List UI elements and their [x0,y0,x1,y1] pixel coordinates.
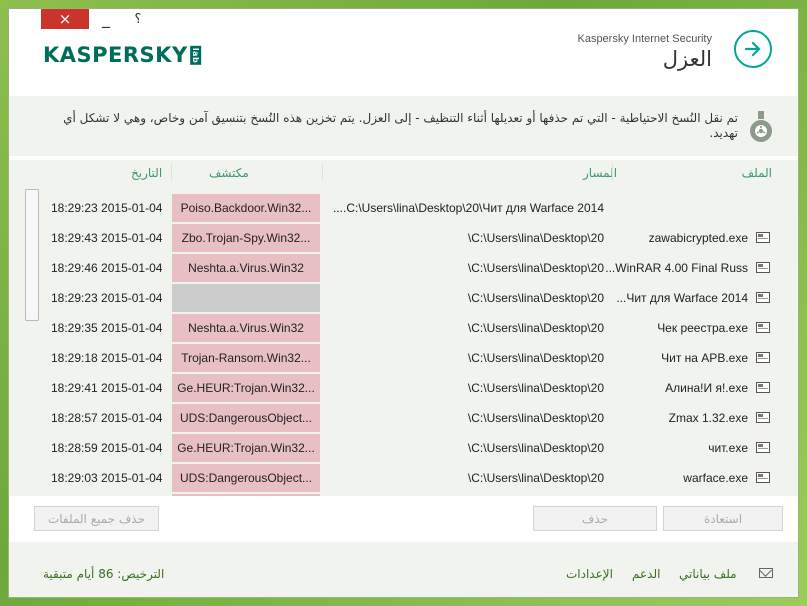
help-icon: ؟ [134,11,142,27]
column-divider [322,164,323,181]
support-link[interactable]: الدعم [632,567,660,581]
file-icon [756,352,770,363]
page-title: العزل [662,47,712,71]
row-detected: Neshta.a.Virus.Win32 [172,254,320,282]
logo-lab: lab [189,45,201,66]
table-row[interactable]: 18:29:23 2015-01-04 C:\Users\lina\Deskto… [9,283,798,313]
close-button[interactable]: × [41,9,89,29]
row-path: C:\Users\lina\Desktop\20\ [467,441,604,455]
column-header-detected[interactable]: مكتشف [209,166,249,180]
minimize-button[interactable]: _ [95,9,117,29]
table-header: التاريخ مكتشف المسار الملف [9,160,798,186]
license-link[interactable]: الترخيص: 86 أيام متبقية [43,567,164,581]
row-date: 18:29:18 2015-01-04 [51,351,163,365]
row-detected [172,284,320,312]
vertical-scrollbar[interactable] [25,189,39,321]
row-file: WinRAR 4.00 Final Russ... [605,261,748,275]
table-row[interactable]: 18:29:23 2015-01-04 Poiso.Backdoor.Win32… [9,193,798,223]
table-row[interactable]: 18:29:03 2015-01-04 UDS:DangerousObject.… [9,463,798,493]
table-row[interactable]: 18:28:57 2015-01-04 UDS:DangerousObject.… [9,403,798,433]
row-date: 18:29:23 2015-01-04 [51,291,163,305]
row-file: Чит для Warface 2014... [616,291,748,305]
row-file: zawabicrypted.exe [648,231,748,245]
row-path: C:\Users\lina\Desktop\20\ [467,411,604,425]
file-icon [756,442,770,453]
app-title: Kaspersky Internet Security [577,33,712,45]
row-date: 18:29:43 2015-01-04 [51,231,163,245]
settings-link[interactable]: الإعدادات [566,567,613,581]
row-detected: Neshta.a.Virus.Win32 [172,314,320,342]
table-row[interactable]: 18:29:43 2015-01-04 Zbo.Trojan-Spy.Win32… [9,223,798,253]
envelope-icon[interactable] [759,568,773,578]
row-detected [172,494,320,496]
delete-all-files-button[interactable]: حذف جميع الملفات [34,506,159,531]
row-file: Чек реестра.exe [657,321,748,335]
minimize-icon: _ [102,9,110,28]
file-icon [756,262,770,273]
row-path: C:\Users\lina\Desktop\20\ [467,381,604,395]
column-header-file[interactable]: الملف [742,166,772,180]
table-row[interactable]: 18:28:59 2015-01-04 Ge.HEUR:Trojan.Win32… [9,433,798,463]
quarantine-table: 18:29:23 2015-01-04 Poiso.Backdoor.Win32… [9,185,798,496]
table-row[interactable]: 18:29:46 2015-01-04 Neshta.a.Virus.Win32… [9,253,798,283]
row-path: C:\Users\lina\Desktop\20\ [467,321,604,335]
row-date: 18:29:41 2015-01-04 [51,381,163,395]
arrow-right-icon [744,41,761,57]
row-date [51,493,171,496]
file-icon [756,292,770,303]
row-path: C:\Users\lina\Desktop\20\ [467,471,604,485]
row-detected: Zbo.Trojan-Spy.Win32... [172,224,320,252]
column-divider [171,164,172,181]
row-date: 18:29:46 2015-01-04 [51,261,163,275]
row-date: 18:29:23 2015-01-04 [51,201,163,215]
row-detected: UDS:DangerousObject... [172,404,320,432]
row-detected: Trojan-Ransom.Win32... [172,344,320,372]
row-date: 18:28:57 2015-01-04 [51,411,163,425]
row-file: Алина!И я!.exe [665,381,748,395]
row-path: C:\Users\lina\Desktop\20\ [467,261,604,275]
row-file: чит.exe [708,441,748,455]
my-profile-link[interactable]: ملف بياناتي [679,567,737,581]
row-detected: Ge.HEUR:Trojan.Win32... [172,374,320,402]
file-icon [756,232,770,243]
row-path: C:\Users\lina\Desktop\20\ [467,231,604,245]
row-path: C:\Users\lina\Desktop\20\Чит для Warface… [332,201,604,215]
row-date: 18:28:59 2015-01-04 [51,441,163,455]
kaspersky-logo: KASPERSKY lab [43,43,207,67]
table-row[interactable]: 18:29:35 2015-01-04 Neshta.a.Virus.Win32… [9,313,798,343]
row-date: 18:29:03 2015-01-04 [51,471,163,485]
row-path: C:\Users\lina\Desktop\20\ [467,291,604,305]
row-detected: Poiso.Backdoor.Win32... [172,194,320,222]
restore-button[interactable]: استعادة [663,506,783,531]
row-file: Zmax 1.32.exe [668,411,748,425]
logo-text: KASPERSKY [43,43,188,67]
row-path: C:\Users\lina\Desktop\20\ [467,351,604,365]
file-icon [756,472,770,483]
table-row[interactable]: 18:29:41 2015-01-04 Ge.HEUR:Trojan.Win32… [9,373,798,403]
quarantine-window: × _ ؟ KASPERSKY lab Kaspersky Internet Se… [8,8,799,598]
file-icon [756,412,770,423]
back-button[interactable] [734,30,772,68]
close-icon: × [58,10,72,28]
column-divider [612,164,613,181]
row-path [327,493,604,496]
delete-button[interactable]: حذف [533,506,657,531]
row-detected: UDS:DangerousObject... [172,464,320,492]
file-icon [756,382,770,393]
info-text: تم نقل النُسخ الاحتياطية - التي تم حذفها… [63,111,738,140]
table-row[interactable] [9,493,798,496]
file-icon [756,322,770,333]
info-banner: تم نقل النُسخ الاحتياطية - التي تم حذفها… [9,96,798,156]
help-button[interactable]: ؟ [127,9,149,29]
footer: الترخيص: 86 أيام متبقية الإعدادات الدعم … [9,542,798,597]
table-row[interactable]: 18:29:18 2015-01-04 Trojan-Ransom.Win32.… [9,343,798,373]
row-detected: Ge.HEUR:Trojan.Win32... [172,434,320,462]
row-date: 18:29:35 2015-01-04 [51,321,163,335]
row-file [598,193,748,223]
column-header-date[interactable]: التاريخ [131,166,162,180]
row-file: warface.exe [683,471,748,485]
row-file [598,493,748,496]
quarantine-flask-icon [750,111,772,142]
row-file: Чит на АРВ.exe [661,351,748,365]
